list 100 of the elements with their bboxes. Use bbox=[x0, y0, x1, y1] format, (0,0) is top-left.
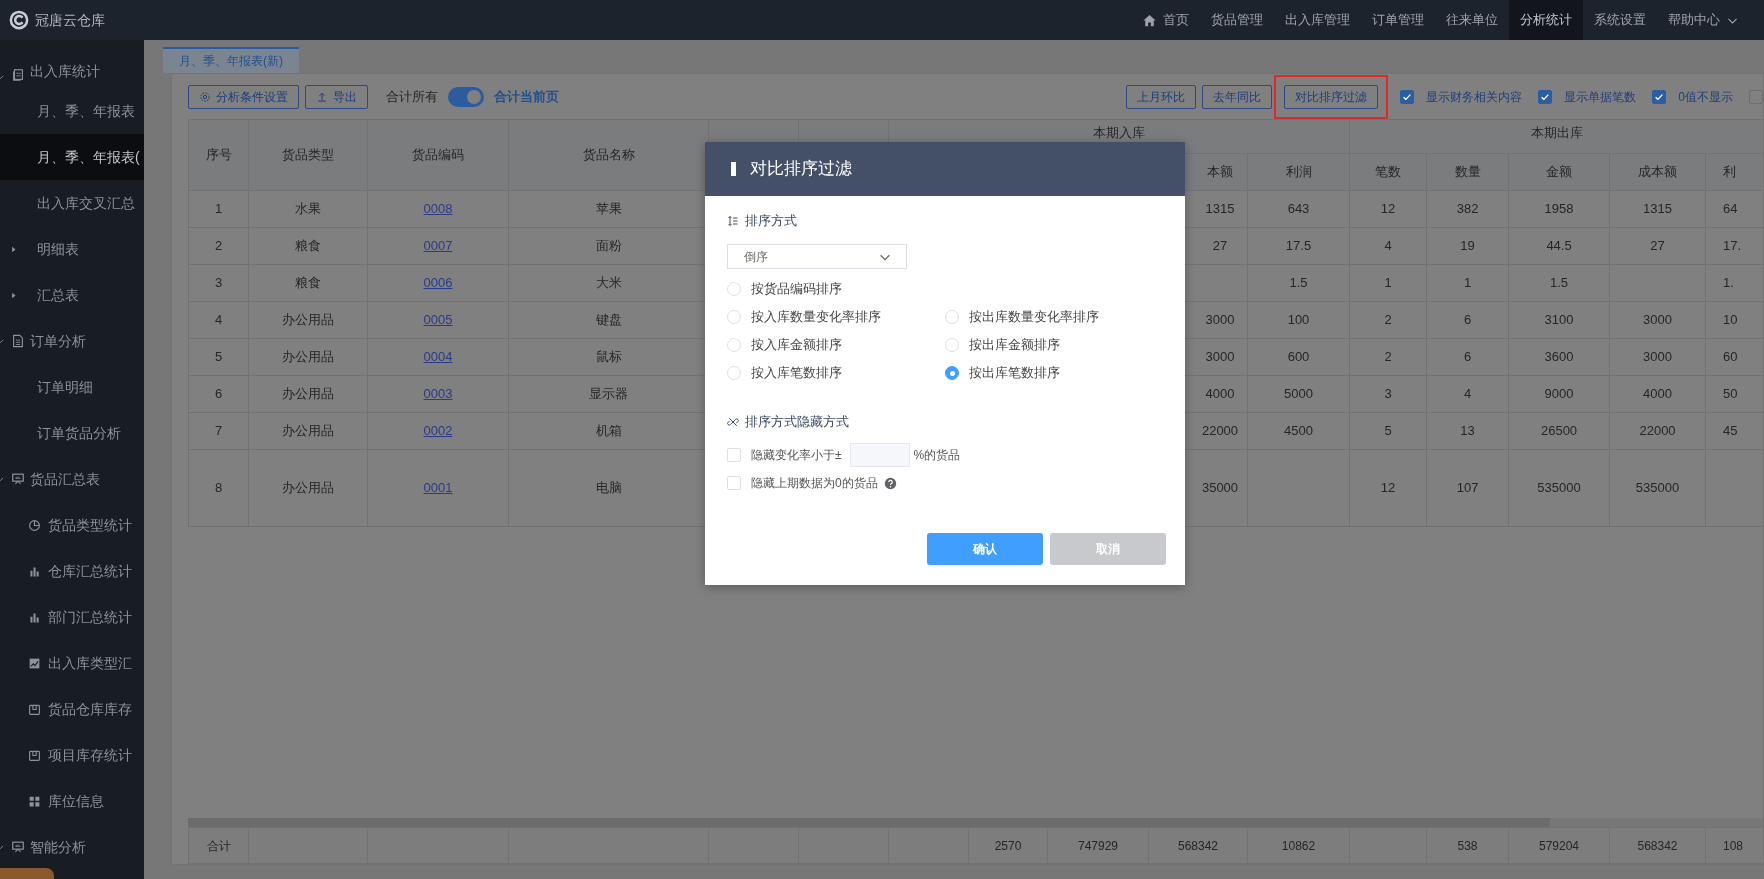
nav-item[interactable]: 分析统计 bbox=[1509, 0, 1583, 40]
document-icon bbox=[11, 68, 25, 82]
sidebar-item[interactable]: 订单货品分析 bbox=[0, 410, 144, 456]
table-cell: 1 bbox=[1426, 264, 1509, 302]
table-cell: 1.5 bbox=[1508, 264, 1610, 302]
logo-icon bbox=[9, 10, 29, 30]
table-cell: 合计 bbox=[188, 827, 249, 864]
table-cell: 1 bbox=[188, 190, 249, 228]
table-cell: 535000 bbox=[1609, 449, 1706, 527]
home-icon bbox=[1142, 12, 1157, 28]
sidebar-item[interactable]: 部门汇总统计 bbox=[0, 594, 144, 640]
radio-label: 按出库数量变化率排序 bbox=[969, 308, 1099, 327]
table-cell: 5000 bbox=[1247, 375, 1350, 413]
settings-icon bbox=[199, 91, 211, 103]
sidebar-item[interactable]: 订单分析 bbox=[0, 318, 144, 364]
sidebar-item[interactable]: 货品仓库库存 bbox=[0, 686, 144, 732]
table-cell: 12 bbox=[1349, 190, 1427, 228]
sidebar-item[interactable]: 货品汇总表 bbox=[0, 456, 144, 502]
box-icon bbox=[28, 702, 41, 716]
table-cell: 643 bbox=[1247, 190, 1350, 228]
sidebar-item[interactable]: 库位信息 bbox=[0, 778, 144, 824]
table-cell: 382 bbox=[1426, 190, 1509, 228]
table-cell: 3600 bbox=[1508, 338, 1610, 376]
column-header: 数量 bbox=[1426, 153, 1509, 191]
sidebar-item[interactable]: 货品类型统计 bbox=[0, 502, 144, 548]
table-cell: 13 bbox=[1426, 412, 1509, 450]
sidebar-item[interactable]: 仓库汇总统计 bbox=[0, 548, 144, 594]
corner-button[interactable] bbox=[0, 868, 54, 879]
sidebar-item[interactable]: 汇总表 bbox=[0, 272, 144, 318]
table-cell: 600 bbox=[1247, 338, 1350, 376]
column-header: 金额 bbox=[1508, 153, 1610, 191]
sidebar-item[interactable]: 订单明细 bbox=[0, 364, 144, 410]
radio-label: 按入库笔数排序 bbox=[751, 364, 842, 383]
presentation-icon bbox=[11, 840, 25, 854]
table-cell: 粮食 bbox=[248, 227, 368, 265]
toggle-label: 合计当前页 bbox=[494, 88, 559, 107]
table-cell: 26500 bbox=[1508, 412, 1610, 450]
sidebar-item[interactable]: 项目库存统计 bbox=[0, 732, 144, 778]
table-cell: 2570 bbox=[968, 827, 1048, 864]
table-cell: 27 bbox=[1609, 227, 1706, 265]
table-cell: 2 bbox=[1349, 301, 1427, 339]
table-cell: 12 bbox=[1349, 449, 1427, 527]
table-cell: 2 bbox=[188, 227, 249, 265]
sidebar-item[interactable]: 出入库统计 bbox=[0, 40, 144, 88]
checkbox[interactable] bbox=[1538, 90, 1553, 104]
table-cell: 100 bbox=[1247, 301, 1350, 339]
column-header: 利润 bbox=[1247, 153, 1350, 191]
nav-item[interactable]: 帮助中心 bbox=[1657, 0, 1750, 40]
sort-icon bbox=[727, 215, 739, 227]
checkbox-label: 0值不显示 bbox=[1678, 89, 1733, 106]
table-cell: 5 bbox=[1349, 412, 1427, 450]
table-cell: 22000 bbox=[1609, 412, 1706, 450]
table-cell: 1958 bbox=[1508, 190, 1610, 228]
table-cell: 4000 bbox=[1609, 375, 1706, 413]
table-cell: 568342 bbox=[1609, 827, 1706, 864]
pie-chart-icon bbox=[28, 518, 41, 532]
table-cell: 17.5 bbox=[1247, 227, 1350, 265]
toggle-label: 合计所有 bbox=[386, 88, 438, 107]
nav-item[interactable]: 货品管理 bbox=[1200, 0, 1274, 40]
sidebar-item[interactable]: 月、季、年报表 bbox=[0, 88, 144, 134]
bar-chart-icon bbox=[28, 610, 41, 624]
table-cell: 办公用品 bbox=[248, 301, 368, 339]
sidebar-item[interactable]: 出入库交叉汇总 bbox=[0, 180, 144, 226]
sidebar-item[interactable]: 月、季、年报表( bbox=[0, 134, 144, 180]
table-cell: 44.5 bbox=[1508, 227, 1610, 265]
column-header: 成本额 bbox=[1609, 153, 1706, 191]
sidebar-item[interactable]: 智能分析 bbox=[0, 824, 144, 870]
checkbox[interactable] bbox=[1400, 90, 1415, 104]
nav-item[interactable]: 往来单位 bbox=[1435, 0, 1509, 40]
table-cell: 粮食 bbox=[248, 264, 368, 302]
nav-item[interactable]: 首页 bbox=[1131, 0, 1200, 40]
unit-label: %的货品 bbox=[913, 447, 961, 464]
percent-input[interactable] bbox=[849, 443, 910, 467]
table-cell: 水果 bbox=[248, 190, 368, 228]
nav-item[interactable]: 系统设置 bbox=[1583, 0, 1657, 40]
nav-item[interactable]: 出入库管理 bbox=[1274, 0, 1361, 40]
radio-label: 按出库金额排序 bbox=[969, 336, 1060, 355]
toggle-switch[interactable] bbox=[448, 87, 484, 107]
sidebar-item[interactable]: 出入库类型汇 bbox=[0, 640, 144, 686]
checkbox[interactable] bbox=[1652, 90, 1667, 104]
column-group-header: 本期出库 bbox=[1349, 119, 1763, 154]
order-select[interactable]: 倒序 bbox=[727, 244, 907, 269]
nav-item[interactable]: 订单管理 bbox=[1361, 0, 1435, 40]
table-cell: 3000 bbox=[1609, 301, 1706, 339]
radio-label: 按货品编码排序 bbox=[751, 280, 842, 299]
table-cell: 19 bbox=[1426, 227, 1509, 265]
grid-icon bbox=[28, 794, 41, 808]
table-cell: 办公用品 bbox=[248, 449, 368, 527]
table-cell: 538 bbox=[1426, 827, 1509, 864]
table-cell: 9000 bbox=[1508, 375, 1610, 413]
radio-button[interactable] bbox=[945, 366, 959, 380]
table-cell: 7 bbox=[188, 412, 249, 450]
sidebar-item[interactable]: 明细表 bbox=[0, 226, 144, 272]
table-cell: 4 bbox=[1349, 227, 1427, 265]
table-cell: 6 bbox=[1426, 338, 1509, 376]
column-header: 序号 bbox=[188, 119, 249, 191]
table-cell: 107 bbox=[1426, 449, 1509, 527]
table-cell: 2 bbox=[1349, 338, 1427, 376]
unlink-icon bbox=[727, 416, 739, 428]
table-cell: 办公用品 bbox=[248, 338, 368, 376]
